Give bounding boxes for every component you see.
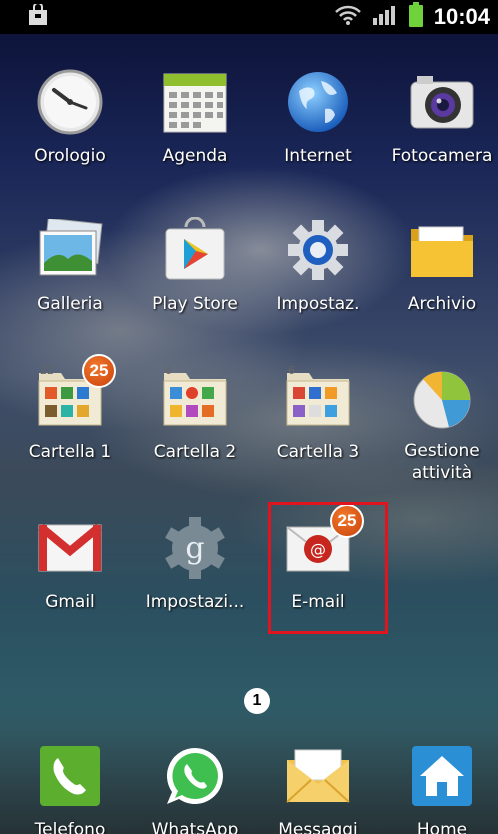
app-label: Telefono [34,820,106,834]
app-label: Gestione attività [404,440,480,484]
app-archivio[interactable]: Archivio [382,214,498,316]
app-label: Impostazi... [145,592,245,612]
app-impostazioni-google[interactable]: g Impostazi... [135,512,255,614]
signal-icon [372,4,398,30]
shopping-bag-icon [28,2,48,30]
clock-icon [34,66,106,138]
app-label: Cartella 3 [276,442,360,462]
app-label: Agenda [162,146,228,166]
folder-apps-icon: 6 [159,362,231,434]
app-label: Impostaz. [276,294,360,314]
app-label: WhatsApp [151,820,239,834]
camera-icon [406,66,478,138]
app-label: Cartella 1 [28,442,112,462]
app-impostazioni[interactable]: Impostaz. [258,214,378,316]
app-cartella-3[interactable]: 6 Cartella 3 [258,362,378,464]
folder-count: 6 [288,364,295,377]
folder-apps-icon: 25 22 [34,354,116,434]
app-agenda[interactable]: Agenda [135,66,255,168]
app-label-line1: Gestione [404,441,480,461]
app-label: Cartella 2 [153,442,237,462]
folder-count: 22 [40,364,54,377]
app-play-store[interactable]: Play Store [135,214,255,316]
app-label: Internet [284,146,352,166]
app-label: Home [416,820,468,834]
app-label: Play Store [152,294,238,314]
app-label: Archivio [407,294,477,314]
app-orologio[interactable]: Orologio [10,66,130,168]
app-label: Messaggi [278,820,358,834]
folder-icon [406,214,478,286]
app-label: Orologio [34,146,106,166]
folder-apps-icon: 6 [282,362,354,434]
battery-icon [408,2,424,32]
google-settings-icon: g [159,512,231,584]
clock-time: 10:04 [433,4,490,29]
app-label: Fotocamera [391,146,493,166]
app-label-line2: attività [411,463,473,483]
status-bar: 10:04 [0,0,498,34]
svg-text:g: g [185,531,204,566]
folder-count: 6 [165,364,172,377]
app-label: Gmail [45,592,95,612]
gallery-icon [34,214,106,286]
dock-telefono[interactable]: Telefono [10,740,130,834]
app-gmail[interactable]: Gmail [10,512,130,614]
highlight-box [268,502,388,634]
phone-icon [34,740,106,812]
home-screen: 10:04 Orologio Agenda Internet Fotocamer… [0,0,498,834]
gmail-icon [34,512,106,584]
app-gestione-attivita[interactable]: Gestione attività [382,362,498,484]
messages-icon [282,740,354,812]
page-indicator[interactable]: 1 [244,688,270,714]
whatsapp-icon [159,740,231,812]
wifi-icon [334,4,362,30]
app-cartella-1[interactable]: 25 22 Cartella 1 [10,354,130,464]
pie-chart-icon [406,362,478,434]
dock-messaggi[interactable]: Messaggi [258,740,378,834]
app-fotocamera[interactable]: Fotocamera [382,66,498,168]
app-internet[interactable]: Internet [258,66,378,168]
dock-whatsapp[interactable]: WhatsApp [135,740,255,834]
calendar-icon [159,66,231,138]
dock-home[interactable]: Home [382,740,498,834]
app-cartella-2[interactable]: 6 Cartella 2 [135,362,255,464]
notification-badge: 25 [82,354,116,388]
globe-icon [282,66,354,138]
app-label: Galleria [37,294,103,314]
play-store-icon [159,214,231,286]
app-galleria[interactable]: Galleria [10,214,130,316]
home-icon [406,740,478,812]
gear-icon [282,214,354,286]
